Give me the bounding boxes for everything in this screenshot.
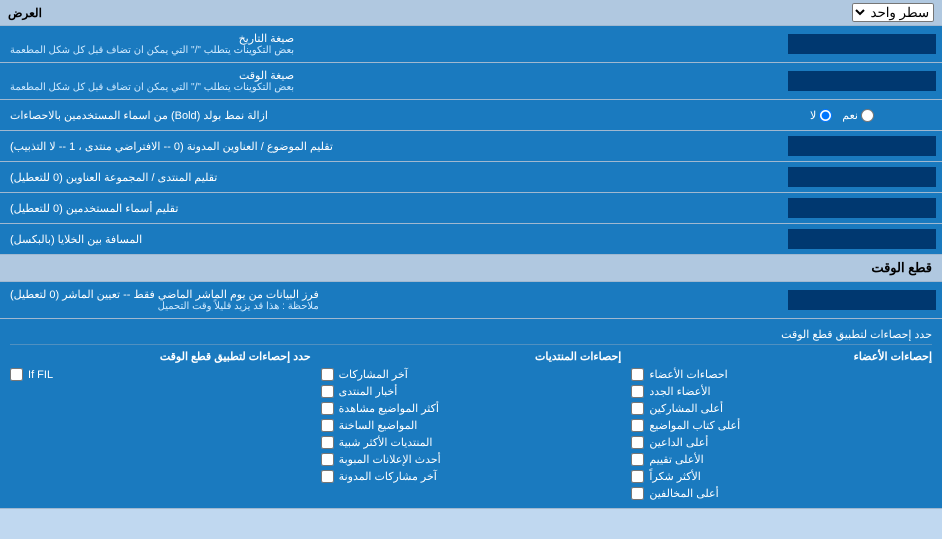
stats-col-2: إحصاءات المنتديات آخر المشاركات أخبار ال…: [321, 350, 622, 502]
cb-top-donors-input[interactable]: [631, 436, 644, 449]
view-select[interactable]: سطر واحدسطرينثلاثة أسطر: [852, 3, 934, 22]
cutoff-days-label: فرز البيانات من يوم الماشر الماضي فقط --…: [0, 282, 782, 318]
stats-grid: إحصاءات الأعضاء احصاءات الأعضاء الأعضاء …: [10, 350, 932, 502]
member-names-row: 0 تقليم أسماء المستخدمين (0 للتعطيل): [0, 193, 942, 224]
cb-latest-posts[interactable]: آخر المشاركات: [321, 366, 622, 383]
cb-top-raters-input[interactable]: [631, 453, 644, 466]
cell-spacing-label: المسافة بين الخلايا (بالبكسل): [0, 224, 782, 254]
cb-forum-news-input[interactable]: [321, 385, 334, 398]
forum-titles-input-cell[interactable]: 33: [782, 162, 942, 192]
radio-yes-label[interactable]: نعم: [842, 109, 874, 122]
select-cell-top[interactable]: سطر واحدسطرينثلاثة أسطر: [852, 3, 934, 22]
cutoff-days-row: 0 فرز البيانات من يوم الماشر الماضي فقط …: [0, 282, 942, 319]
cb-most-thanks-input[interactable]: [631, 470, 644, 483]
member-names-input[interactable]: 0: [788, 198, 936, 218]
time-format-input-cell[interactable]: H:i: [782, 63, 942, 99]
cb-top-posters-input[interactable]: [631, 402, 644, 415]
cb-most-thanks[interactable]: الأكثر شكراً: [631, 468, 932, 485]
cb-top-writers[interactable]: أعلى كتاب المواضيع: [631, 417, 932, 434]
col3-title: حدد إحصاءات لتطبيق قطع الوقت: [10, 350, 311, 363]
cb-top-negatives[interactable]: أعلى المخالفين: [631, 485, 932, 502]
cb-latest-posts-input[interactable]: [321, 368, 334, 381]
cell-spacing-input[interactable]: 2: [788, 229, 936, 249]
bold-remove-radio-cell[interactable]: نعم لا: [742, 100, 942, 130]
date-format-row: d-m صيغة التاريخ بعض التكوينات يتطلب "/"…: [0, 26, 942, 63]
cb-similar-forums-input[interactable]: [321, 436, 334, 449]
stats-col-1: إحصاءات الأعضاء احصاءات الأعضاء الأعضاء …: [631, 350, 932, 502]
cb-if-fil[interactable]: If FIL: [10, 366, 311, 383]
stats-header: حدد إحصاءات لتطبيق قطع الوقت: [10, 325, 932, 345]
cb-top-raters[interactable]: الأعلى تقييم: [631, 451, 932, 468]
topic-titles-input-cell[interactable]: 33: [782, 131, 942, 161]
cb-hot-topics[interactable]: المواضيع الساخنة: [321, 417, 622, 434]
col1-title: إحصاءات الأعضاء: [631, 350, 932, 363]
topic-titles-row: 33 تقليم الموضوع / العناوين المدونة (0 -…: [0, 131, 942, 162]
radio-no[interactable]: [819, 109, 832, 122]
if-fil-label: If FIL: [28, 369, 53, 381]
date-format-input[interactable]: d-m: [788, 34, 936, 54]
cb-if-fil-input[interactable]: [10, 368, 23, 381]
top-row: سطر واحدسطرينثلاثة أسطر العرض: [0, 0, 942, 26]
cb-top-donors[interactable]: أعلى الداعين: [631, 434, 932, 451]
cb-hot-topics-input[interactable]: [321, 419, 334, 432]
cb-new-members-input[interactable]: [631, 385, 644, 398]
forum-titles-row: 33 تقليم المنتدى / المجموعة العناوين (0 …: [0, 162, 942, 193]
time-format-label: صيغة الوقت بعض التكوينات يتطلب "/" التي …: [0, 63, 782, 99]
col2-title: إحصاءات المنتديات: [321, 350, 622, 363]
bold-remove-label: ازالة نمط بولد (Bold) من اسماء المستخدمي…: [0, 100, 742, 130]
time-format-row: H:i صيغة الوقت بعض التكوينات يتطلب "/" ا…: [0, 63, 942, 100]
cb-most-viewed-input[interactable]: [321, 402, 334, 415]
cb-top-writers-input[interactable]: [631, 419, 644, 432]
date-format-label: صيغة التاريخ بعض التكوينات يتطلب "/" الت…: [0, 26, 782, 62]
cell-spacing-row: 2 المسافة بين الخلايا (بالبكسل): [0, 224, 942, 255]
member-names-input-cell[interactable]: 0: [782, 193, 942, 223]
forum-titles-input[interactable]: 33: [788, 167, 936, 187]
forum-titles-label: تقليم المنتدى / المجموعة العناوين (0 للت…: [0, 162, 782, 192]
radio-yes[interactable]: [861, 109, 874, 122]
stats-col-3: حدد إحصاءات لتطبيق قطع الوقت If FIL: [10, 350, 311, 502]
topic-titles-input[interactable]: 33: [788, 136, 936, 156]
cb-latest-blog[interactable]: آخر مشاركات المدونة: [321, 468, 622, 485]
cb-new-members[interactable]: الأعضاء الجدد: [631, 383, 932, 400]
cb-member-stats-input[interactable]: [631, 368, 644, 381]
cb-latest-ads[interactable]: أحدث الإعلانات المبوبة: [321, 451, 622, 468]
member-names-label: تقليم أسماء المستخدمين (0 للتعطيل): [0, 193, 782, 223]
cb-latest-ads-input[interactable]: [321, 453, 334, 466]
cb-latest-blog-input[interactable]: [321, 470, 334, 483]
topic-titles-label: تقليم الموضوع / العناوين المدونة (0 -- ا…: [0, 131, 782, 161]
stats-section: حدد إحصاءات لتطبيق قطع الوقت إحصاءات الأ…: [0, 319, 942, 509]
cutoff-days-input[interactable]: 0: [788, 290, 936, 310]
bold-remove-row: نعم لا ازالة نمط بولد (Bold) من اسماء ال…: [0, 100, 942, 131]
cb-similar-forums[interactable]: المنتديات الأكثر شبية: [321, 434, 622, 451]
cb-top-negatives-input[interactable]: [631, 487, 644, 500]
cutoff-section-header: قطع الوقت: [0, 255, 942, 282]
cb-forum-news[interactable]: أخبار المنتدى: [321, 383, 622, 400]
date-format-input-cell[interactable]: d-m: [782, 26, 942, 62]
time-format-input[interactable]: H:i: [788, 71, 936, 91]
cell-spacing-input-cell[interactable]: 2: [782, 224, 942, 254]
cb-most-viewed[interactable]: أكثر المواضيع مشاهدة: [321, 400, 622, 417]
cutoff-days-input-cell[interactable]: 0: [782, 282, 942, 318]
radio-no-label[interactable]: لا: [810, 109, 832, 122]
display-label: العرض: [8, 6, 42, 20]
cb-top-posters[interactable]: أعلى المشاركين: [631, 400, 932, 417]
cb-member-stats[interactable]: احصاءات الأعضاء: [631, 366, 932, 383]
